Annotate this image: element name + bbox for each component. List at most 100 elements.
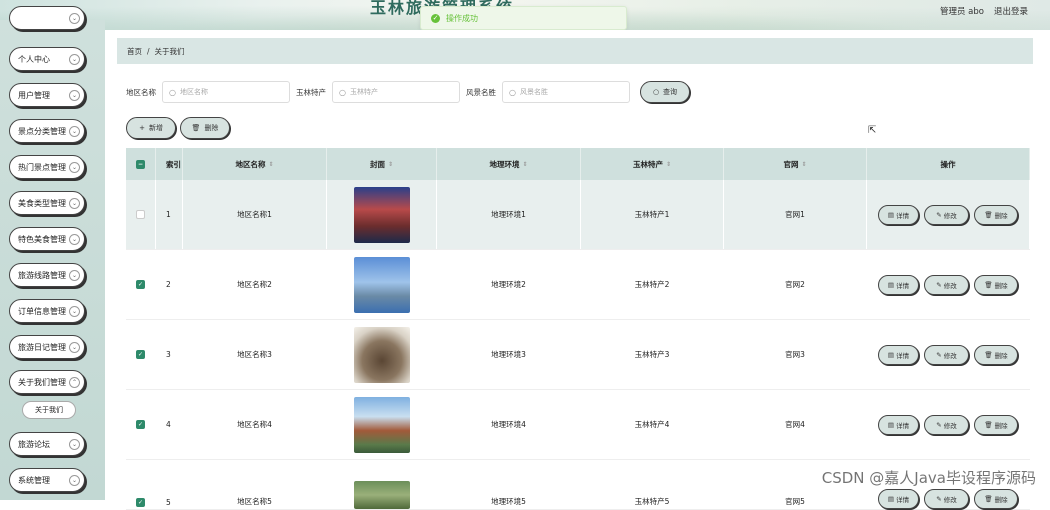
row-checkbox[interactable]: ✓ bbox=[136, 280, 145, 289]
row-spec: 玉林特产1 bbox=[581, 180, 724, 249]
delete-button[interactable]: 🗑 删除 bbox=[974, 489, 1018, 509]
specialty-placeholder: 玉林特产 bbox=[349, 88, 378, 96]
cover-image[interactable] bbox=[353, 481, 410, 509]
detail-button[interactable]: ▤ 详情 bbox=[878, 414, 919, 435]
header-site[interactable]: 官网 ⇕ bbox=[724, 148, 867, 180]
sidebar-item-scenic-category[interactable]: 景点分类管理 ⌄ bbox=[9, 119, 85, 143]
row-spec: 玉林特产3 bbox=[581, 320, 724, 389]
scenic-placeholder: 风景名胜 bbox=[519, 88, 548, 96]
sidebar-item-system[interactable]: 系统管理 ⌄ bbox=[9, 468, 85, 492]
chevron-down-icon: ⌄ bbox=[69, 270, 80, 281]
row-checkbox[interactable]: ✓ bbox=[136, 420, 145, 429]
row-index: 5 bbox=[156, 460, 183, 509]
search-icon: ○ bbox=[339, 87, 346, 97]
pencil-icon: ✎ bbox=[936, 420, 942, 429]
edit-button[interactable]: ✎ 修改 bbox=[924, 274, 969, 295]
sidebar-item-routes[interactable]: 旅游线路管理 ⌄ bbox=[9, 263, 85, 287]
specialty-search-input[interactable]: ○ 玉林特产 bbox=[332, 81, 460, 103]
sidebar-item-label: 旅游线路管理 bbox=[18, 270, 66, 280]
sidebar-item-label: 景点分类管理 bbox=[18, 126, 66, 136]
delete-button[interactable]: 🗑 删除 bbox=[974, 414, 1018, 435]
header-name[interactable]: 地区名称 ⇕ bbox=[183, 148, 327, 180]
select-all-checkbox[interactable]: − bbox=[136, 159, 145, 169]
query-button[interactable]: ○ 查询 bbox=[640, 81, 690, 103]
action-row: + 新增 🗑 删除 bbox=[126, 117, 230, 139]
edit-label: 修改 bbox=[943, 281, 957, 290]
chevron-down-icon: ⌄ bbox=[69, 306, 80, 317]
batch-delete-button[interactable]: 🗑 删除 bbox=[180, 117, 230, 139]
header-spec[interactable]: 玉林特产 ⇕ bbox=[581, 148, 724, 180]
delete-label: 删除 bbox=[994, 281, 1008, 290]
edit-button[interactable]: ✎ 修改 bbox=[924, 414, 969, 435]
sidebar-item-special-food[interactable]: 特色美食管理 ⌄ bbox=[9, 227, 85, 251]
row-index: 1 bbox=[156, 180, 183, 249]
detail-button[interactable]: ▤ 详情 bbox=[878, 274, 919, 295]
row-site: 官网3 bbox=[724, 320, 867, 389]
header-select-all[interactable]: − bbox=[126, 148, 156, 180]
plus-icon: + bbox=[139, 124, 145, 132]
sidebar-item-users[interactable]: 用户管理 ⌄ bbox=[9, 83, 85, 107]
data-table: − 索引 地区名称 ⇕ 封面 ⇕ 地理环境 ⇕ 玉林特产 ⇕ 官网 ⇕ 操作 1 地区名称… bbox=[126, 148, 1030, 510]
row-env: 地理环境1 bbox=[437, 180, 581, 249]
detail-button[interactable]: ▤ 详情 bbox=[878, 489, 919, 509]
submenu-item-about[interactable]: 关于我们 bbox=[22, 401, 76, 419]
pencil-icon: ✎ bbox=[936, 495, 942, 503]
logout-link[interactable]: 退出登录 bbox=[994, 5, 1028, 17]
scenic-search-input[interactable]: ○ 风景名胜 bbox=[502, 81, 630, 103]
user-label: 管理员 abo bbox=[939, 7, 984, 17]
row-name: 地区名称3 bbox=[183, 320, 327, 389]
document-icon: ▤ bbox=[887, 280, 895, 289]
mouse-cursor-icon: ⇱ bbox=[868, 125, 877, 136]
header-env[interactable]: 地理环境 ⇕ bbox=[437, 148, 581, 180]
detail-label: 详情 bbox=[896, 281, 910, 290]
breadcrumb-home[interactable]: 首页 bbox=[127, 46, 142, 57]
sidebar-item-orders[interactable]: 订单信息管理 ⌄ bbox=[9, 299, 85, 323]
row-env: 地理环境2 bbox=[437, 250, 581, 319]
detail-button[interactable]: ▤ 详情 bbox=[878, 204, 919, 225]
sidebar-item-label: 旅游论坛 bbox=[18, 439, 50, 449]
row-name: 地区名称4 bbox=[183, 390, 327, 459]
cover-image[interactable] bbox=[353, 186, 410, 243]
sidebar-item-about[interactable]: 关于我们管理 ⌃ bbox=[9, 370, 85, 394]
sidebar-item-label: 旅游日记管理 bbox=[18, 342, 66, 352]
header-cover-label: 封面 bbox=[369, 159, 385, 169]
table-row: ✓ 2 地区名称2 地理环境2 玉林特产2 官网2 ▤ 详情 ✎ 修改 🗑 删除 bbox=[126, 250, 1030, 320]
row-checkbox[interactable] bbox=[136, 210, 145, 219]
delete-button[interactable]: 🗑 删除 bbox=[974, 344, 1018, 365]
edit-button[interactable]: ✎ 修改 bbox=[924, 344, 969, 365]
scenic-label: 风景名胜 bbox=[466, 87, 496, 97]
add-button[interactable]: + 新增 bbox=[126, 117, 176, 139]
cover-image[interactable] bbox=[353, 396, 410, 453]
table-header: − 索引 地区名称 ⇕ 封面 ⇕ 地理环境 ⇕ 玉林特产 ⇕ 官网 ⇕ 操作 bbox=[126, 148, 1030, 180]
sidebar-item-food-type[interactable]: 美食类型管理 ⌄ bbox=[9, 191, 85, 215]
user-area: 管理员 abo 退出登录 bbox=[940, 5, 1028, 17]
sidebar-item-home[interactable]: ⌄ bbox=[9, 6, 85, 30]
pencil-icon: ✎ bbox=[936, 280, 942, 289]
sidebar-item-hot-scenic[interactable]: 热门景点管理 ⌄ bbox=[9, 155, 85, 179]
cover-image[interactable] bbox=[353, 256, 410, 313]
sidebar-item-forum[interactable]: 旅游论坛 ⌄ bbox=[9, 432, 85, 456]
header-name-label: 地区名称 bbox=[235, 159, 266, 169]
row-name: 地区名称2 bbox=[183, 250, 327, 319]
search-icon: ○ bbox=[652, 88, 660, 96]
row-checkbox[interactable]: ✓ bbox=[136, 350, 145, 359]
chevron-down-icon: ⌄ bbox=[69, 162, 80, 173]
delete-button[interactable]: 🗑 删除 bbox=[974, 274, 1018, 295]
row-site: 官网2 bbox=[724, 250, 867, 319]
edit-label: 修改 bbox=[943, 211, 957, 220]
edit-label: 修改 bbox=[943, 351, 957, 360]
cover-image[interactable] bbox=[353, 326, 410, 383]
success-toast: ✓ 操作成功 bbox=[420, 6, 627, 30]
sidebar-item-profile[interactable]: 个人中心 ⌄ bbox=[9, 47, 85, 71]
search-row: 地区名称 ○ 地区名称 玉林特产 ○ 玉林特产 风景名胜 ○ 风景名胜 ○ 查询 bbox=[126, 81, 690, 103]
delete-button[interactable]: 🗑 删除 bbox=[974, 204, 1018, 225]
edit-label: 修改 bbox=[943, 421, 957, 430]
edit-button[interactable]: ✎ 修改 bbox=[924, 204, 969, 225]
row-checkbox[interactable]: ✓ bbox=[136, 498, 145, 507]
header-cover[interactable]: 封面 ⇕ bbox=[327, 148, 437, 180]
delete-label: 删除 bbox=[994, 496, 1008, 504]
sidebar-item-diary[interactable]: 旅游日记管理 ⌄ bbox=[9, 335, 85, 359]
region-search-input[interactable]: ○ 地区名称 bbox=[162, 81, 290, 103]
edit-button[interactable]: ✎ 修改 bbox=[924, 489, 969, 509]
detail-button[interactable]: ▤ 详情 bbox=[878, 344, 919, 365]
